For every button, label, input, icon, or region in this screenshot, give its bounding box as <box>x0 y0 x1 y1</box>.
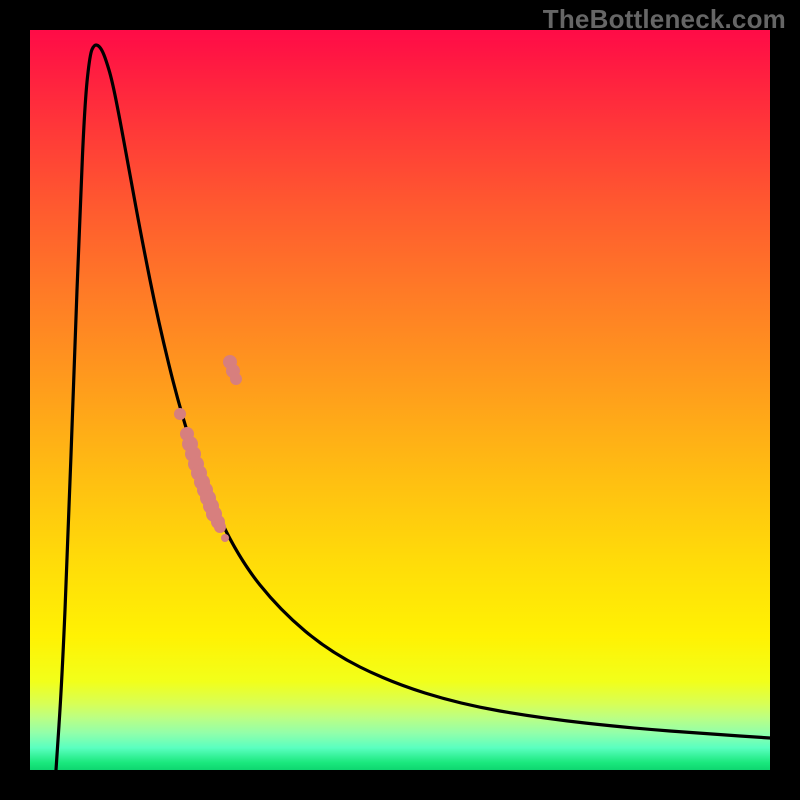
chart-overlay-svg <box>30 30 770 770</box>
curve-marker <box>230 373 242 385</box>
curve-marker <box>214 521 226 533</box>
plot-area <box>30 30 770 770</box>
watermark-text: TheBottleneck.com <box>543 4 786 35</box>
bottleneck-curve <box>56 45 770 770</box>
chart-frame: TheBottleneck.com <box>0 0 800 800</box>
curve-marker <box>174 408 186 420</box>
curve-markers-group <box>174 355 242 542</box>
curve-marker <box>221 534 229 542</box>
